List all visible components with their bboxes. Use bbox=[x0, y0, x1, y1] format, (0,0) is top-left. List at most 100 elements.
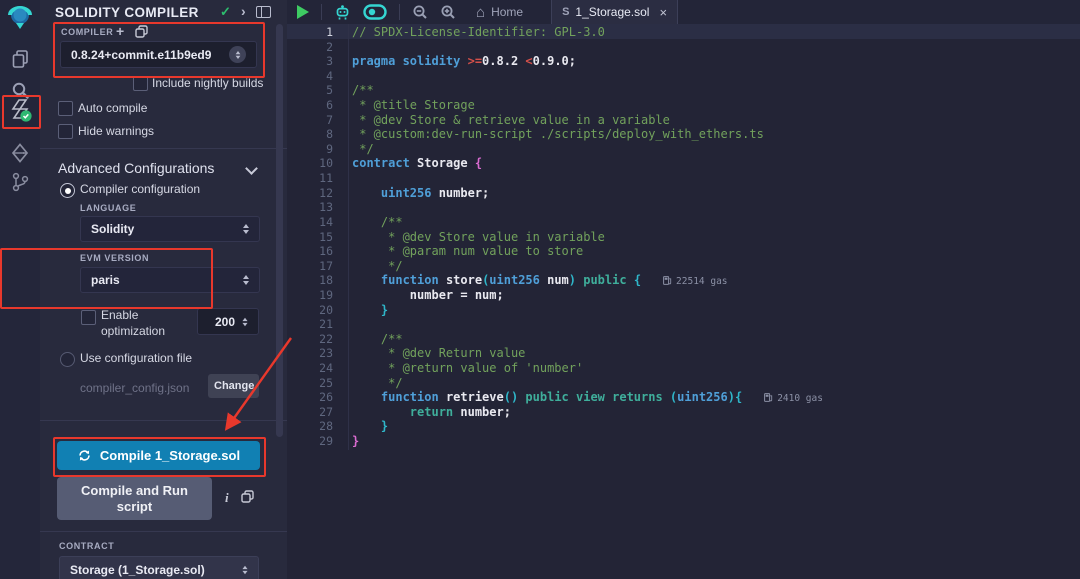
code-line: contract Storage { bbox=[352, 156, 1080, 171]
contract-select[interactable]: Storage (1_Storage.sol) bbox=[59, 556, 259, 579]
add-compiler-icon[interactable]: + bbox=[116, 23, 124, 39]
line-number: 14 bbox=[287, 215, 333, 230]
compile-and-run-button[interactable]: Compile and Run script bbox=[57, 477, 212, 520]
compiler-label: COMPILER bbox=[61, 27, 113, 37]
gutter: 1234567891011121314151617181920212223242… bbox=[287, 25, 333, 449]
compiler-version-stepper-icon[interactable] bbox=[229, 46, 246, 63]
evm-version-select[interactable]: paris bbox=[80, 267, 260, 293]
change-config-button[interactable]: Change bbox=[208, 374, 259, 398]
solidity-file-icon: S bbox=[562, 6, 569, 18]
editor-top-bar: ⌂ Home S 1_Storage.sol × bbox=[287, 0, 1080, 24]
run-script-icon[interactable] bbox=[287, 0, 315, 24]
nightly-builds-checkbox[interactable] bbox=[133, 76, 148, 91]
compiler-configuration-radio[interactable] bbox=[60, 183, 75, 198]
line-number: 18 bbox=[287, 273, 333, 288]
file-explorer-icon[interactable] bbox=[0, 44, 40, 72]
code-line: pragma solidity >=0.8.2 <0.9.0; bbox=[352, 54, 1080, 69]
copy-script-icon[interactable] bbox=[241, 490, 254, 508]
line-number: 9 bbox=[287, 142, 333, 157]
solidity-compiler-icon[interactable] bbox=[0, 96, 40, 124]
line-number: 28 bbox=[287, 419, 333, 434]
code-line: * @dev Return value bbox=[352, 346, 1080, 361]
solidity-compiler-panel: SOLIDITY COMPILER ✓ › COMPILER + 0.8.24+… bbox=[40, 0, 287, 579]
use-configuration-file-label: Use configuration file bbox=[80, 351, 192, 365]
contract-label: CONTRACT bbox=[59, 541, 114, 551]
info-icon[interactable]: i bbox=[225, 490, 229, 506]
line-number: 22 bbox=[287, 332, 333, 347]
code-editor[interactable]: 1234567891011121314151617181920212223242… bbox=[287, 24, 1080, 579]
enable-optimization-checkbox[interactable] bbox=[81, 310, 96, 325]
code-line: * @dev Store & retrieve value in a varia… bbox=[352, 113, 1080, 128]
code-line bbox=[352, 317, 1080, 332]
gutter-boundary bbox=[348, 24, 349, 450]
panel-title: SOLIDITY COMPILER bbox=[55, 5, 199, 20]
git-icon[interactable] bbox=[0, 168, 40, 196]
code-line: uint256 number; bbox=[352, 186, 1080, 201]
code-line: */ bbox=[352, 142, 1080, 157]
auto-compile-checkbox[interactable] bbox=[58, 101, 73, 116]
compiler-configuration-label: Compiler configuration bbox=[80, 182, 200, 196]
line-number: 3 bbox=[287, 54, 333, 69]
code-line: */ bbox=[352, 259, 1080, 274]
toolbar-divider bbox=[399, 4, 400, 20]
code-lines: // SPDX-License-Identifier: GPL-3.0 pragm… bbox=[352, 25, 1080, 449]
code-line: number = num; bbox=[352, 288, 1080, 303]
zoom-in-icon[interactable] bbox=[434, 0, 462, 24]
language-label: LANGUAGE bbox=[80, 203, 136, 213]
code-line bbox=[352, 40, 1080, 55]
line-number: 20 bbox=[287, 303, 333, 318]
line-number: 13 bbox=[287, 200, 333, 215]
line-number: 1 bbox=[287, 25, 333, 40]
line-number: 29 bbox=[287, 434, 333, 449]
auto-compile-label: Auto compile bbox=[78, 101, 147, 115]
compile-success-icon: ✓ bbox=[220, 4, 231, 20]
panel-scrollbar[interactable] bbox=[276, 24, 283, 437]
tab-home[interactable]: ⌂ Home bbox=[466, 0, 533, 24]
chevron-right-icon[interactable]: › bbox=[241, 3, 246, 19]
line-number: 27 bbox=[287, 405, 333, 420]
line-number: 25 bbox=[287, 376, 333, 391]
deploy-run-icon[interactable] bbox=[0, 139, 40, 167]
code-line: /** bbox=[352, 83, 1080, 98]
code-line: /** bbox=[352, 215, 1080, 230]
code-line: function store(uint256 num) public {2251… bbox=[352, 273, 1080, 288]
chevron-down-icon[interactable] bbox=[245, 162, 258, 175]
line-number: 19 bbox=[287, 288, 333, 303]
code-line: * @custom:dev-run-script ./scripts/deplo… bbox=[352, 127, 1080, 142]
tab-1-storage-sol[interactable]: S 1_Storage.sol × bbox=[551, 0, 678, 24]
code-line: // SPDX-License-Identifier: GPL-3.0 bbox=[352, 25, 1080, 40]
code-line: } bbox=[352, 303, 1080, 318]
compile-button[interactable]: Compile 1_Storage.sol bbox=[57, 441, 260, 470]
line-number: 2 bbox=[287, 40, 333, 55]
code-line: function retrieve() public view returns … bbox=[352, 390, 1080, 405]
optimization-runs-input[interactable]: 200 bbox=[197, 308, 259, 335]
advanced-configurations-header[interactable]: Advanced Configurations bbox=[58, 160, 214, 176]
hide-warnings-label: Hide warnings bbox=[78, 124, 154, 138]
home-icon: ⌂ bbox=[476, 4, 485, 21]
section-divider bbox=[40, 148, 287, 149]
enable-optimization-label: Enable optimization bbox=[101, 307, 187, 339]
line-number: 10 bbox=[287, 156, 333, 171]
code-line: */ bbox=[352, 376, 1080, 391]
line-number: 4 bbox=[287, 69, 333, 84]
code-line: } bbox=[352, 434, 1080, 449]
line-number: 21 bbox=[287, 317, 333, 332]
line-number: 26 bbox=[287, 390, 333, 405]
language-select[interactable]: Solidity bbox=[80, 216, 260, 242]
ai-toggle-icon[interactable] bbox=[357, 0, 393, 24]
line-number: 23 bbox=[287, 346, 333, 361]
ai-copilot-icon[interactable] bbox=[328, 0, 357, 24]
code-line: * @title Storage bbox=[352, 98, 1080, 113]
zoom-out-icon[interactable] bbox=[406, 0, 434, 24]
compiler-version-select[interactable]: 0.8.24+commit.e11b9ed9 bbox=[60, 41, 257, 68]
code-line bbox=[352, 200, 1080, 215]
use-configuration-file-radio[interactable] bbox=[60, 352, 75, 367]
refresh-icon bbox=[77, 448, 92, 463]
close-tab-icon[interactable]: × bbox=[659, 5, 667, 20]
hide-warnings-checkbox[interactable] bbox=[58, 124, 73, 139]
line-number: 8 bbox=[287, 127, 333, 142]
remix-logo-icon[interactable] bbox=[0, 3, 40, 31]
pin-panel-icon[interactable] bbox=[256, 6, 271, 18]
toolbar-divider bbox=[321, 4, 322, 20]
line-number: 5 bbox=[287, 83, 333, 98]
